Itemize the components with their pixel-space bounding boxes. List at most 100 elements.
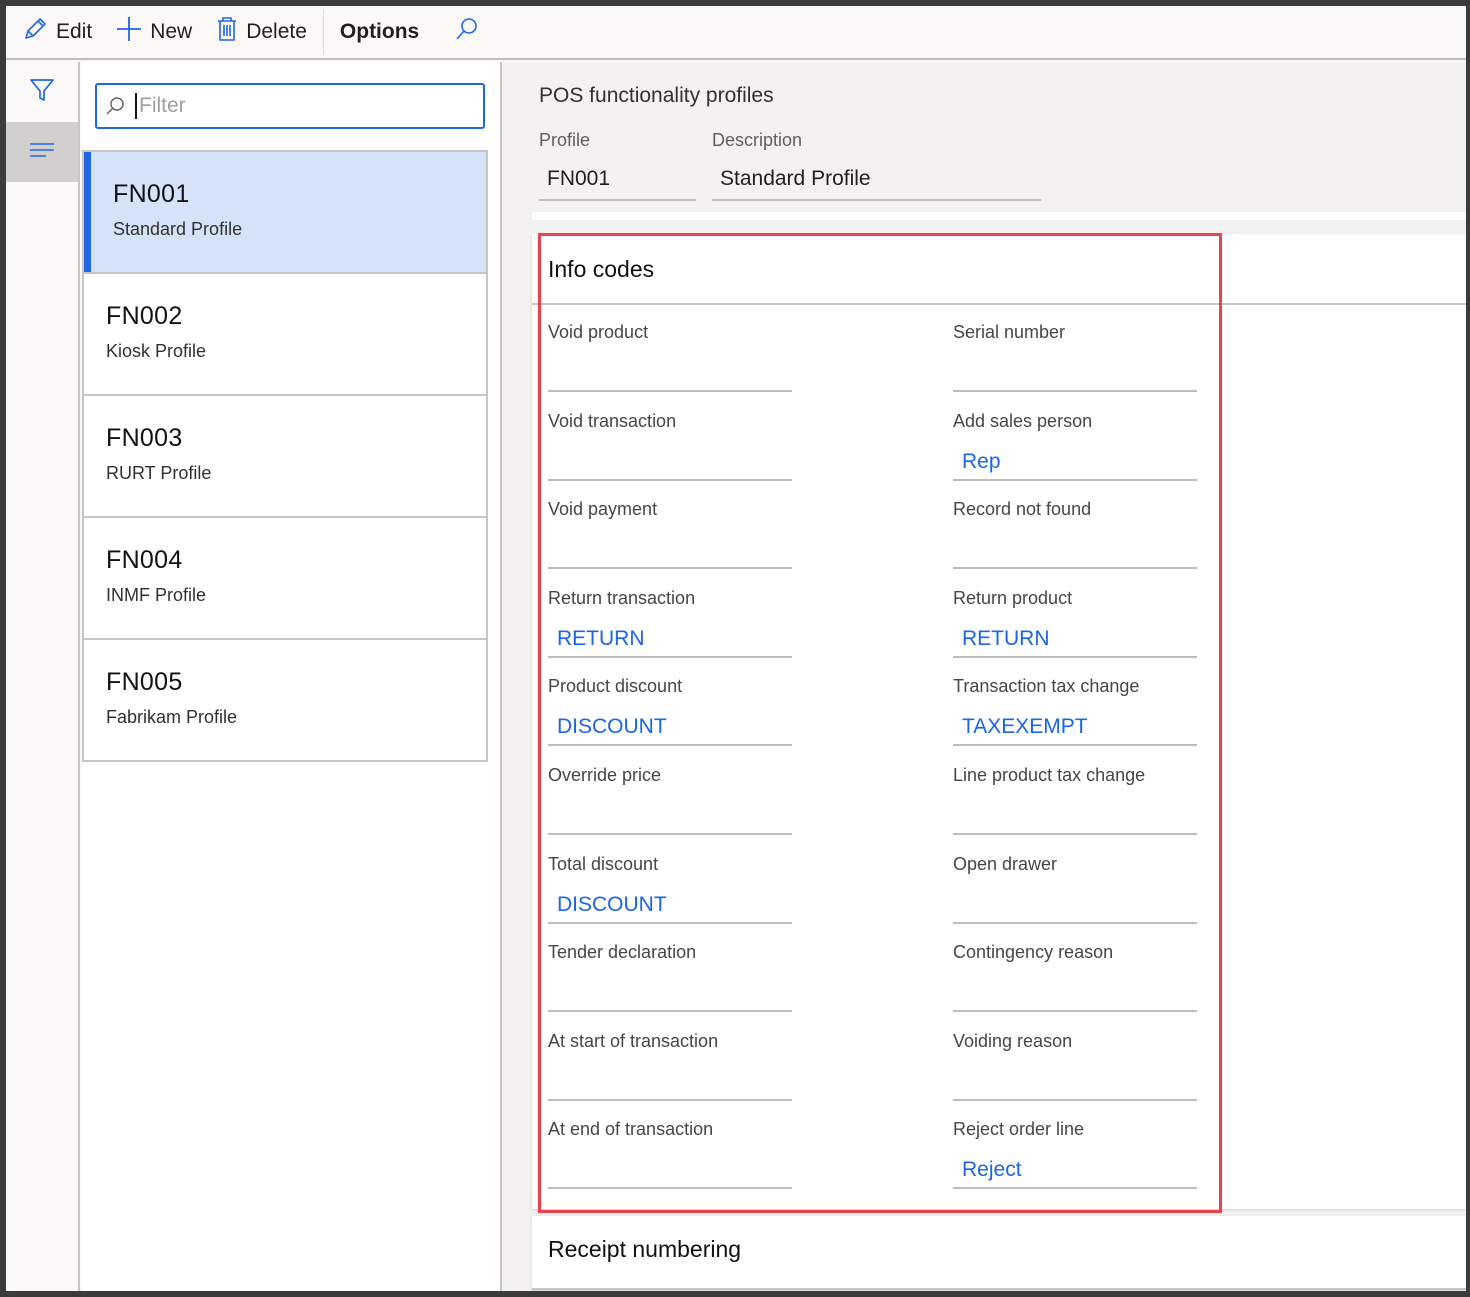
info-code-input[interactable] [953, 801, 1197, 835]
receipt-numbering-header[interactable]: Receipt numbering [532, 1216, 1466, 1290]
info-code-input[interactable] [548, 978, 792, 1013]
receipt-numbering-section: Receipt numbering [532, 1216, 1466, 1290]
list-view-button[interactable] [6, 122, 78, 182]
list-item[interactable]: FN004 INMF Profile [84, 518, 486, 640]
info-code-input[interactable] [953, 1067, 1197, 1101]
field-label: Voiding reason [953, 1030, 1073, 1051]
details-pane: POS functionality profiles Profile FN001… [502, 62, 1466, 1291]
field-label: At start of transaction [548, 1030, 719, 1051]
options-tab[interactable]: Options [328, 6, 435, 58]
field-label: Override price [548, 765, 662, 785]
field-label: Line product tax change [953, 765, 1146, 785]
profile-id: FN003 [106, 424, 183, 452]
profile-description: INMF Profile [106, 585, 207, 605]
profile-description: RURT Profile [106, 463, 212, 483]
profile-id: FN005 [106, 668, 183, 696]
filter-pane-button[interactable] [6, 62, 78, 122]
profile-list: FN001 Standard Profile FN002 Kiosk Profi… [82, 150, 488, 762]
profile-label: Profile [539, 130, 591, 150]
info-code-input[interactable] [548, 801, 792, 835]
header-divider [532, 212, 1466, 220]
list-item[interactable]: FN001 Standard Profile [84, 152, 486, 274]
info-code-input[interactable] [953, 535, 1197, 570]
delete-label: Delete [246, 20, 307, 43]
info-code-input[interactable] [548, 1067, 792, 1101]
info-code-input[interactable] [953, 978, 1197, 1013]
info-code-input[interactable]: DISCOUNT [548, 712, 792, 747]
action-pane: Edit New Delete Options [6, 6, 1466, 60]
info-codes-section: Info codes Void product Void transaction V… [532, 234, 1466, 1209]
field-label: Transaction tax change [953, 676, 1140, 697]
field-label: Void product [548, 322, 649, 342]
info-code-input[interactable] [548, 535, 792, 570]
field-label: Open drawer [953, 853, 1058, 874]
info-code-field: Voiding reason [953, 1031, 1197, 1119]
toolbar-divider [322, 10, 324, 54]
field-label: Tender declaration [548, 942, 697, 963]
info-code-input[interactable]: DISCOUNT [548, 890, 792, 924]
list-item[interactable]: FN002 Kiosk Profile [84, 274, 486, 396]
info-code-field: Reject order line Reject [953, 1119, 1197, 1207]
search-icon [455, 17, 487, 47]
info-code-field: Tender declaration [548, 942, 792, 1030]
plus-icon [116, 16, 150, 48]
new-button[interactable]: New [104, 6, 204, 58]
info-code-field: Add sales person Rep [953, 411, 1197, 499]
filter-box [95, 83, 485, 129]
info-code-field: Void product [548, 322, 792, 410]
field-label: At end of transaction [548, 1119, 714, 1140]
description-input[interactable]: Standard Profile [712, 165, 1041, 201]
info-code-field: Total discount DISCOUNT [548, 854, 792, 942]
navigation-rail [6, 62, 80, 1291]
info-code-field: At start of transaction [548, 1031, 792, 1119]
info-code-input[interactable] [953, 890, 1197, 924]
profile-input[interactable]: FN001 [539, 165, 696, 201]
profile-description: Kiosk Profile [106, 341, 207, 361]
info-code-input[interactable]: TAXEXEMPT [953, 712, 1197, 747]
info-code-field: Serial number [953, 322, 1197, 410]
info-code-input[interactable] [548, 358, 792, 392]
info-code-field: Contingency reason [953, 942, 1197, 1030]
description-label: Description [712, 130, 803, 150]
info-code-field: Void payment [548, 499, 792, 587]
trash-icon [216, 16, 246, 48]
info-code-field: Product discount DISCOUNT [548, 676, 792, 764]
profile-id: FN002 [106, 302, 183, 330]
info-code-input[interactable]: RETURN [953, 624, 1197, 658]
filter-input[interactable] [135, 93, 465, 119]
delete-button[interactable]: Delete [204, 6, 319, 58]
search-icon [105, 96, 129, 116]
info-code-field: Void transaction [548, 411, 792, 499]
field-label: Void payment [548, 499, 658, 520]
info-code-input[interactable]: Reject [953, 1155, 1197, 1190]
info-code-input[interactable] [548, 1155, 792, 1190]
filter-icon [29, 77, 55, 108]
info-codes-header[interactable]: Info codes [532, 234, 1466, 305]
profile-description: Fabrikam Profile [106, 707, 238, 727]
field-label: Product discount [548, 676, 683, 697]
info-code-field: Return transaction RETURN [548, 588, 792, 676]
info-code-input[interactable] [548, 447, 792, 481]
list-item[interactable]: FN005 Fabrikam Profile [84, 640, 486, 762]
field-label: Reject order line [953, 1119, 1085, 1140]
info-code-field: Open drawer [953, 854, 1197, 942]
edit-button[interactable]: Edit [6, 6, 104, 58]
info-code-input[interactable]: RETURN [548, 624, 792, 658]
pencil-icon [22, 16, 56, 48]
info-code-field: At end of transaction [548, 1119, 792, 1207]
info-code-field: Transaction tax change TAXEXEMPT [953, 676, 1197, 764]
field-label: Contingency reason [953, 942, 1114, 963]
info-code-input[interactable] [953, 358, 1197, 392]
search-button[interactable] [435, 6, 507, 58]
info-code-field: Override price [548, 765, 792, 853]
profile-id: FN004 [106, 546, 183, 574]
field-label: Total discount [548, 853, 659, 874]
new-label: New [150, 20, 193, 43]
profile-field: Profile FN001 [539, 130, 696, 201]
field-label: Record not found [953, 499, 1092, 520]
field-label: Return transaction [548, 587, 696, 608]
field-label: Serial number [953, 322, 1066, 342]
list-item[interactable]: FN003 RURT Profile [84, 396, 486, 518]
info-code-field: Return product RETURN [953, 588, 1197, 676]
info-code-input[interactable]: Rep [953, 447, 1197, 481]
